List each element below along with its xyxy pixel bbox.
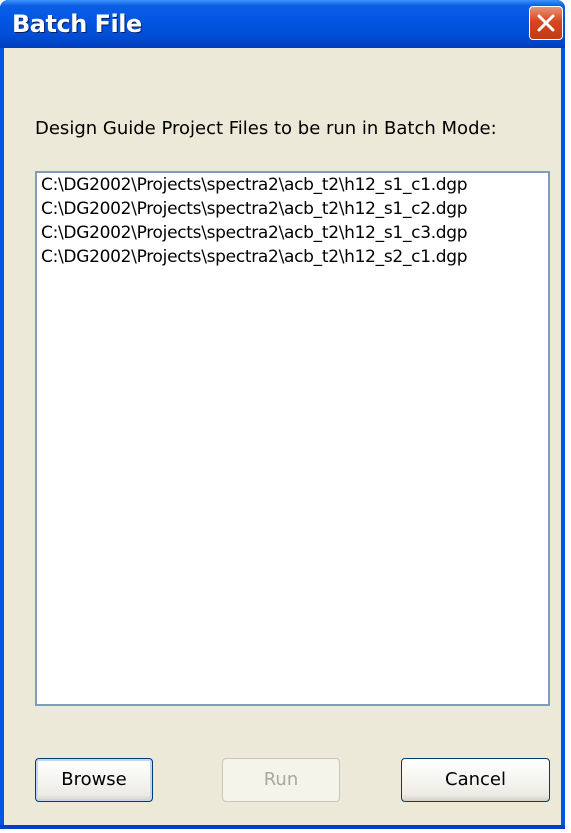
instructions-label: Design Guide Project Files to be run in … [35,118,497,139]
run-button[interactable]: Run [222,758,340,802]
dialog-client-area: Design Guide Project Files to be run in … [4,48,561,825]
list-item[interactable]: C:\DG2002\Projects\spectra2\acb_t2\h12_s… [37,197,548,221]
browse-button[interactable]: Browse [35,758,153,802]
close-icon [537,14,555,32]
close-button[interactable] [529,6,563,40]
list-item[interactable]: C:\DG2002\Projects\spectra2\acb_t2\h12_s… [37,221,548,245]
batch-file-dialog: Batch File Design Guide Project Files to… [0,0,565,829]
title-bar[interactable]: Batch File [0,0,565,48]
window-frame-right [561,48,565,829]
list-item[interactable]: C:\DG2002\Projects\spectra2\acb_t2\h12_s… [37,245,548,269]
batch-files-listbox[interactable]: C:\DG2002\Projects\spectra2\acb_t2\h12_s… [35,171,550,706]
window-title: Batch File [12,10,142,38]
list-item[interactable]: C:\DG2002\Projects\spectra2\acb_t2\h12_s… [37,173,548,197]
cancel-button[interactable]: Cancel [401,758,550,802]
window-frame-bottom [0,825,565,829]
